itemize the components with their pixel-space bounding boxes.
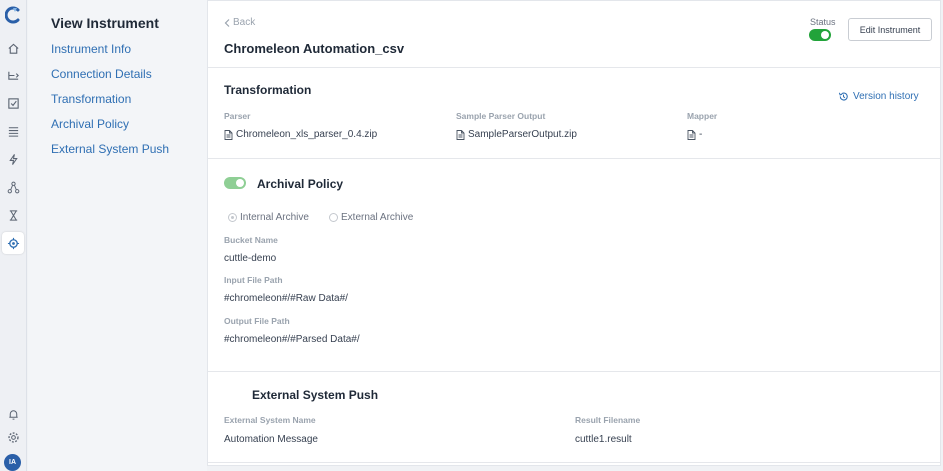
bucket-name-label: Bucket Name — [224, 235, 278, 245]
mapper-file[interactable]: - — [687, 129, 702, 140]
edit-instrument-button[interactable]: Edit Instrument — [848, 18, 932, 41]
status-toggle[interactable] — [809, 29, 831, 41]
instrument-detail-panel: Back Chromeleon Automation_csv Status Ed… — [207, 0, 941, 466]
page-title: Chromeleon Automation_csv — [224, 41, 405, 56]
mapper-value: - — [699, 129, 703, 140]
sample-output-label: Sample Parser Output — [456, 111, 546, 121]
side-nav-title: View Instrument — [51, 15, 159, 31]
mapper-label: Mapper — [687, 111, 718, 121]
bell-icon[interactable] — [6, 407, 20, 421]
parser-value: Chromeleon_xls_parser_0.4.zip — [236, 129, 378, 140]
external-archive-radio[interactable]: External Archive — [329, 212, 413, 223]
parser-file[interactable]: Chromeleon_xls_parser_0.4.zip — [224, 129, 377, 140]
input-path-value: #chromeleon#/#Raw Data#/ — [224, 293, 348, 304]
result-filename-value: cuttle1.result — [575, 434, 632, 445]
back-link[interactable]: Back — [224, 17, 255, 28]
flow-icon[interactable] — [6, 68, 20, 82]
transformation-title: Transformation — [224, 83, 312, 97]
file-icon — [456, 129, 465, 140]
nav-item-connection-details[interactable]: Connection Details — [51, 67, 152, 81]
external-archive-label: External Archive — [341, 212, 414, 223]
external-push-title: External System Push — [252, 388, 379, 402]
internal-archive-radio[interactable]: Internal Archive — [228, 212, 309, 223]
app-logo-icon[interactable] — [5, 6, 21, 24]
history-icon — [838, 92, 848, 101]
parser-label: Parser — [224, 111, 251, 121]
nav-item-instrument-info[interactable]: Instrument Info — [51, 42, 131, 56]
bucket-name-value: cuttle-demo — [224, 253, 277, 264]
lightning-icon[interactable] — [6, 152, 20, 166]
sample-output-value: SampleParserOutput.zip — [468, 129, 577, 140]
gear-icon[interactable] — [6, 430, 20, 444]
file-icon — [224, 129, 233, 140]
status-label: Status — [810, 17, 836, 27]
version-history-label: Version history — [853, 91, 919, 102]
divider — [208, 158, 940, 159]
instrument-icon[interactable] — [2, 232, 24, 254]
hourglass-icon[interactable] — [6, 208, 20, 222]
file-icon — [687, 129, 696, 140]
nav-item-external-system-push[interactable]: External System Push — [51, 142, 169, 156]
system-name-value: Automation Message — [224, 434, 318, 445]
side-nav: View Instrument Instrument Info Connecti… — [28, 0, 207, 471]
divider — [208, 462, 940, 463]
icon-rail: IA — [0, 0, 27, 471]
system-name-label: External System Name — [224, 415, 316, 425]
app-frame: IA View Instrument Instrument Info Conne… — [0, 0, 943, 471]
checklist-icon[interactable] — [6, 96, 20, 110]
list-icon[interactable] — [6, 124, 20, 138]
result-filename-label: Result Filename — [575, 415, 641, 425]
sample-output-file[interactable]: SampleParserOutput.zip — [456, 129, 577, 140]
divider — [208, 371, 940, 372]
avatar[interactable]: IA — [4, 454, 21, 471]
archival-policy-toggle[interactable] — [224, 177, 246, 189]
back-label: Back — [233, 17, 256, 28]
internal-archive-label: Internal Archive — [240, 212, 309, 223]
radio-dot — [329, 213, 338, 222]
nav-item-transformation[interactable]: Transformation — [51, 92, 131, 106]
input-path-label: Input File Path — [224, 275, 283, 285]
output-path-value: #chromeleon#/#Parsed Data#/ — [224, 334, 360, 345]
divider — [208, 67, 940, 68]
home-icon[interactable] — [6, 41, 20, 55]
network-icon[interactable] — [6, 180, 20, 194]
radio-dot-selected — [228, 213, 237, 222]
chevron-left-icon — [224, 18, 230, 27]
output-path-label: Output File Path — [224, 316, 290, 326]
nav-item-archival-policy[interactable]: Archival Policy — [51, 117, 129, 131]
archival-policy-title: Archival Policy — [257, 177, 344, 191]
version-history-link[interactable]: Version history — [838, 91, 919, 102]
